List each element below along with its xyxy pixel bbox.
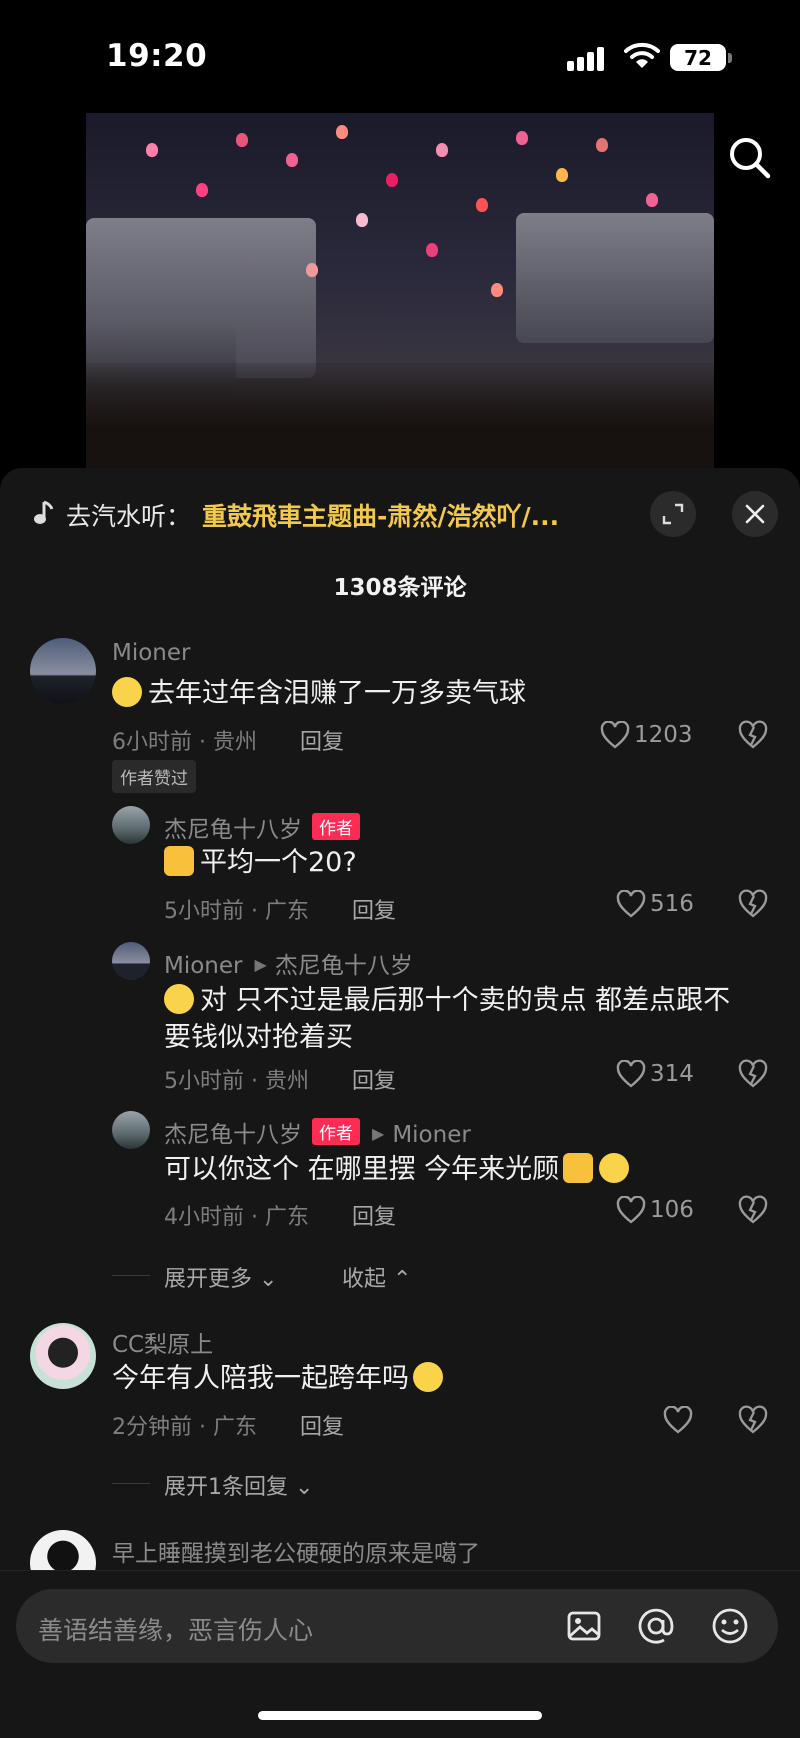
comments-count: 1308条评论 (333, 575, 467, 601)
heart-icon (600, 721, 630, 749)
video-preview[interactable] (86, 113, 714, 483)
music-note-icon (34, 500, 54, 524)
music-prefix: 去汽水听： (66, 502, 192, 531)
like-button[interactable]: 314 (616, 1058, 694, 1090)
signal-icon (567, 47, 607, 71)
dislike-icon[interactable] (738, 1405, 768, 1435)
fullscreen-button[interactable] (650, 491, 696, 537)
thumbs-up-emoji-icon (563, 1153, 594, 1183)
chevron-down-icon: ⌄ (259, 1267, 278, 1292)
close-button[interactable] (732, 491, 778, 537)
crying-emoji-icon (413, 1362, 443, 1392)
chevron-up-icon: ⌃ (393, 1267, 412, 1292)
thumbs-up-emoji-icon (164, 846, 194, 876)
heart-icon (616, 890, 646, 918)
dislike-icon[interactable] (738, 1195, 768, 1225)
like-button[interactable] (663, 1404, 693, 1436)
heart-icon (616, 1196, 646, 1224)
comment-input-bar: 善语结善缘，恶言伤人心 (0, 1570, 800, 1738)
comment-meta: 6小时前 · 贵州 (112, 730, 257, 755)
comment-text: 可以你这个 在哪里摆 今年来光顾 (164, 1151, 784, 1188)
emoji-icon (164, 984, 194, 1014)
comment-username[interactable]: 杰尼龟十八岁 作者 (164, 810, 360, 844)
comment-text: 今年有人陪我一起跨年吗 (112, 1360, 772, 1397)
comments-sheet: 去汽水听： 重鼓飛車主题曲-肃然/浩然吖/... 1308条评论 Mioner … (0, 468, 800, 1738)
comment-text: 去年过年含泪赚了一万多卖气球 (112, 675, 772, 712)
image-icon[interactable] (564, 1606, 604, 1646)
author-badge: 作者 (312, 813, 360, 840)
comment-username[interactable]: 早上睡醒摸到老公硬硬的原来是噶了 (112, 1534, 480, 1568)
search-icon[interactable] (722, 130, 778, 186)
dislike-icon[interactable] (738, 720, 768, 750)
dislike-icon[interactable] (738, 1059, 768, 1089)
like-count: 1203 (634, 722, 693, 748)
wifi-icon (624, 42, 660, 68)
comment-meta: 5小时前 · 广东 (164, 899, 309, 924)
status-time: 19:20 (106, 38, 208, 74)
like-button[interactable]: 106 (616, 1194, 694, 1226)
reply-button[interactable]: 回复 (300, 1409, 344, 1441)
dislike-icon[interactable] (738, 889, 768, 919)
reply-arrow-icon: ▶ (372, 1124, 385, 1143)
avatar[interactable] (112, 806, 150, 844)
music-link[interactable]: 去汽水听： 重鼓飛車主题曲-肃然/浩然吖/... (0, 468, 800, 560)
comment-meta: 2分钟前 · 广东 (112, 1415, 257, 1440)
expand-replies-button[interactable]: 展开1条回复 ⌄ (164, 1469, 313, 1501)
like-count: 314 (650, 1061, 694, 1087)
author-badge: 作者 (312, 1118, 360, 1145)
comment-meta: 4小时前 · 广东 (164, 1205, 309, 1230)
comment-input-placeholder: 善语结善缘，恶言伤人心 (38, 1616, 314, 1645)
comment-username[interactable]: CC梨原上 (112, 1325, 213, 1359)
comment-username[interactable]: Mioner (112, 640, 191, 666)
heart-icon (663, 1406, 693, 1434)
comment-text: 平均一个20? (164, 844, 764, 881)
reply-button[interactable]: 回复 (352, 1063, 396, 1095)
divider (112, 1483, 150, 1484)
emoji-icon (112, 677, 142, 707)
heart-icon (616, 1060, 646, 1088)
comment-text: 对 只不过是最后那十个卖的贵点 都差点跟不 要钱似对抢着买 (164, 984, 731, 1053)
close-icon (745, 504, 765, 524)
like-count: 516 (650, 891, 694, 917)
like-count: 106 (650, 1197, 694, 1223)
avatar[interactable] (30, 638, 96, 704)
battery-indicator: 72 (670, 44, 732, 71)
music-title[interactable]: 重鼓飛車主题曲-肃然/浩然吖/... (202, 497, 607, 533)
reply-arrow-icon: ▶ (254, 955, 267, 974)
home-indicator (258, 1711, 542, 1720)
reply-button[interactable]: 回复 (352, 893, 396, 925)
comment-meta: 5小时前 · 贵州 (164, 1069, 309, 1094)
emoji-icon[interactable] (710, 1606, 750, 1646)
avatar[interactable] (112, 942, 150, 980)
status-bar: 19:20 72 (0, 0, 800, 110)
avatar[interactable] (30, 1323, 96, 1389)
comment-username[interactable]: Mioner ▶ 杰尼龟十八岁 (164, 946, 413, 980)
avatar[interactable] (112, 1111, 150, 1149)
reply-button[interactable]: 回复 (352, 1199, 396, 1231)
at-icon[interactable] (636, 1606, 676, 1646)
comment-username[interactable]: 杰尼龟十八岁 作者 ▶ Mioner (164, 1115, 471, 1149)
chevron-down-icon: ⌄ (295, 1475, 314, 1500)
fullscreen-icon (662, 503, 684, 525)
teary-emoji-icon (599, 1153, 630, 1183)
like-button[interactable]: 516 (616, 888, 694, 920)
like-button[interactable]: 1203 (600, 719, 693, 751)
collapse-button[interactable]: 收起 ⌃ (342, 1261, 411, 1293)
comment-input[interactable]: 善语结善缘，恶言伤人心 (16, 1589, 778, 1663)
reply-button[interactable]: 回复 (300, 724, 344, 756)
expand-more-button[interactable]: 展开更多 ⌄ (164, 1261, 277, 1293)
author-liked-badge: 作者赞过 (112, 760, 196, 793)
divider (112, 1275, 150, 1276)
